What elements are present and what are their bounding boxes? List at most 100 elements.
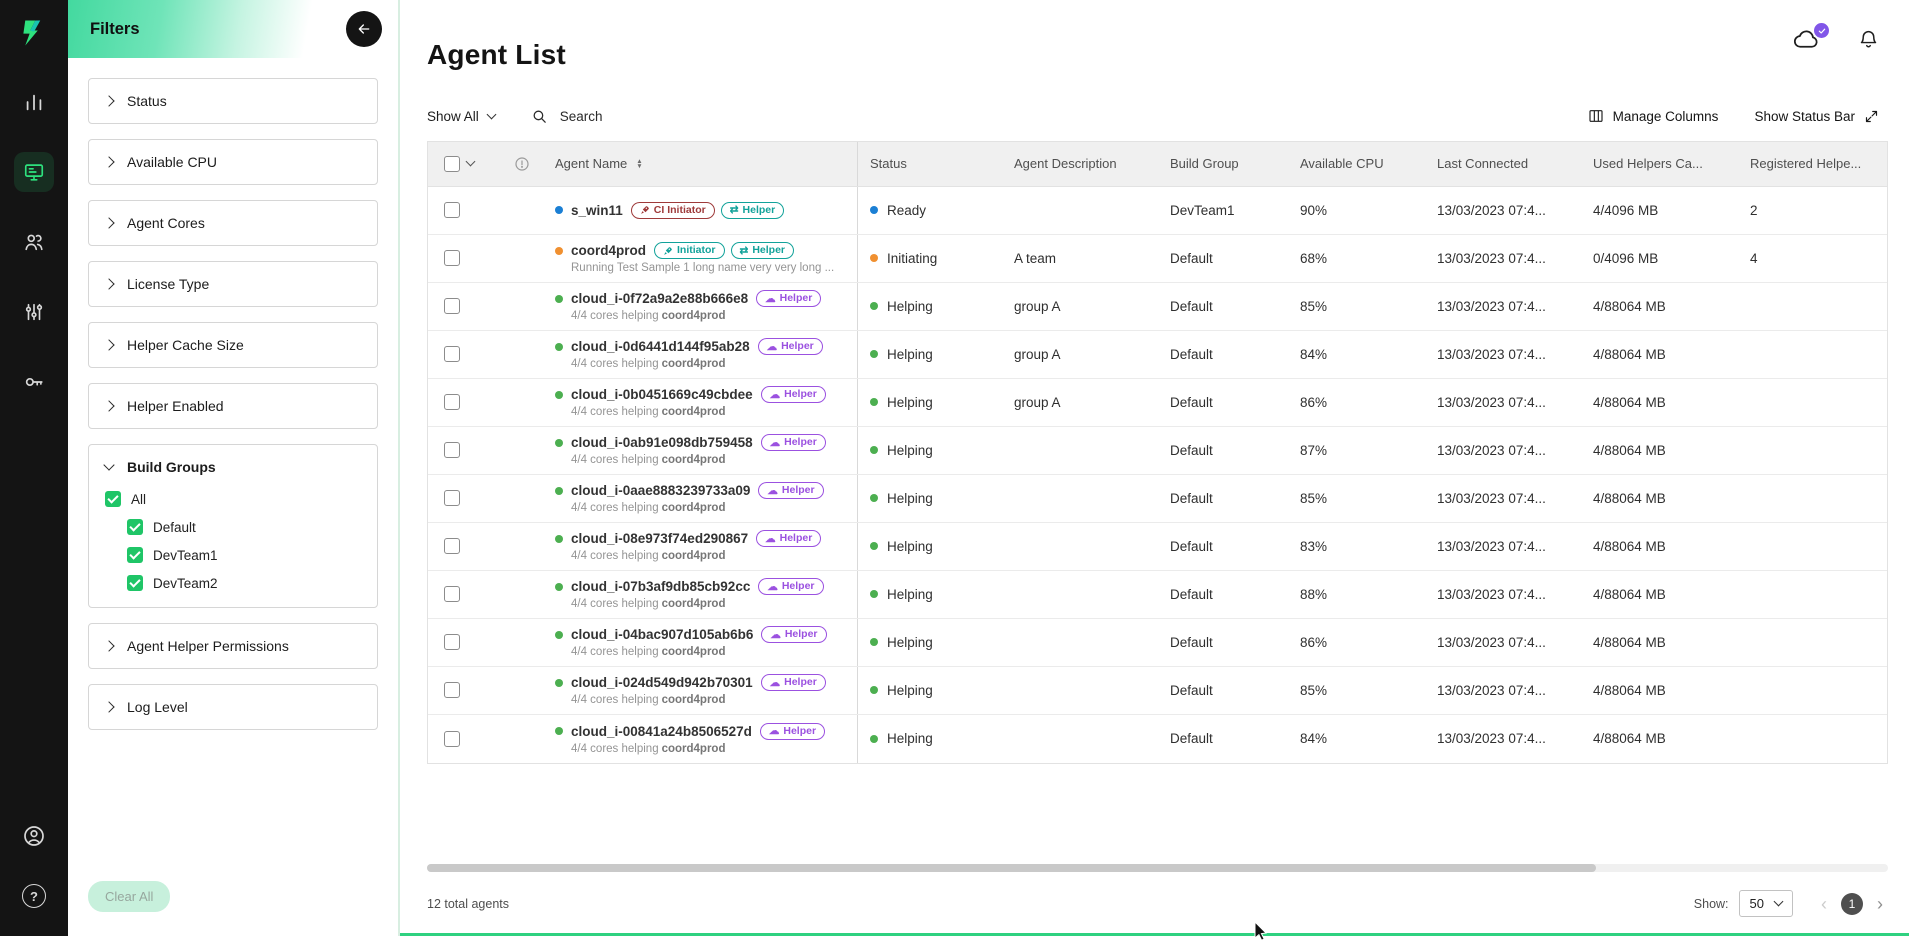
show-status-bar-button[interactable]: Show Status Bar <box>1754 109 1879 124</box>
table-row[interactable]: cloud_i-00841a24b8506527d ☁Helper 4/4 co… <box>428 715 1887 763</box>
brand-logo[interactable] <box>13 12 55 54</box>
profile-button[interactable] <box>14 816 54 856</box>
cell-used-helpers-cache: 4/88064 MB <box>1581 331 1738 378</box>
clear-all-button[interactable]: Clear All <box>88 881 170 912</box>
table-header-row: Agent Name▲▼ Status Agent DescriptionBuild… <box>428 142 1887 187</box>
row-checkbox[interactable] <box>444 634 460 650</box>
table-row[interactable]: cloud_i-0ab91e098db759458 ☁Helper 4/4 co… <box>428 427 1887 475</box>
notifications-button[interactable] <box>1858 29 1879 50</box>
check-icon <box>1818 27 1826 35</box>
cell-agent-name: cloud_i-0f72a9a2e88b666e8 ☁Helper 4/4 co… <box>543 283 858 330</box>
cell-registered-helpers <box>1738 475 1887 522</box>
table-row[interactable]: cloud_i-0d6441d144f95ab28 ☁Helper 4/4 co… <box>428 331 1887 379</box>
app-window: ? Filters Status Available CPU <box>0 0 1909 936</box>
filter-option[interactable]: DevTeam1 <box>127 547 361 563</box>
row-checkbox[interactable] <box>444 538 460 554</box>
search-box[interactable] <box>531 108 688 125</box>
page-size-select[interactable]: 50 <box>1739 890 1793 917</box>
filter-section-label: Available CPU <box>127 154 217 170</box>
show-all-dropdown[interactable]: Show All <box>427 109 495 124</box>
filter-section-label: Helper Cache Size <box>127 337 244 353</box>
table-row[interactable]: cloud_i-08e973f74ed290867 ☁Helper 4/4 co… <box>428 523 1887 571</box>
filter-section-toggle[interactable]: Available CPU <box>89 140 377 184</box>
row-checkbox[interactable] <box>444 298 460 314</box>
filter-option[interactable]: Default <box>127 519 361 535</box>
row-checkbox[interactable] <box>444 682 460 698</box>
column-header-used_helpers_cache[interactable]: Used Helpers Ca... <box>1581 142 1738 186</box>
cell-registered-helpers <box>1738 331 1887 378</box>
column-header-agent_name[interactable]: Agent Name▲▼ <box>543 142 858 186</box>
column-header-registered_helpers[interactable]: Registered Helpe... <box>1738 142 1887 186</box>
status-label: Helping <box>887 443 933 458</box>
sidebar-item-settings[interactable] <box>14 292 54 332</box>
filter-section-toggle[interactable]: Helper Enabled <box>89 384 377 428</box>
filter-section-toggle[interactable]: Helper Cache Size <box>89 323 377 367</box>
cell-last-connected: 13/03/2023 07:4... <box>1425 283 1581 330</box>
column-header-last_connected[interactable]: Last Connected <box>1425 142 1581 186</box>
table-row[interactable]: cloud_i-0aae8883239733a09 ☁Helper 4/4 co… <box>428 475 1887 523</box>
sidebar-item-analytics[interactable] <box>14 82 54 122</box>
cell-registered-helpers <box>1738 427 1887 474</box>
sidebar-item-licenses[interactable] <box>14 362 54 402</box>
cell-agent-name: cloud_i-08e973f74ed290867 ☁Helper 4/4 co… <box>543 523 858 570</box>
prev-page-button[interactable]: ‹ <box>1821 895 1827 913</box>
help-button[interactable]: ? <box>14 876 54 916</box>
cloud-icon: ☁ <box>765 534 776 544</box>
sidebar-item-users[interactable] <box>14 222 54 262</box>
row-checkbox[interactable] <box>444 346 460 362</box>
filter-section-toggle[interactable]: Status <box>89 79 377 123</box>
column-header-build_group[interactable]: Build Group <box>1158 142 1288 186</box>
agent-name-text: cloud_i-08e973f74ed290867 <box>571 531 748 546</box>
column-header-status[interactable]: Status <box>858 142 1002 186</box>
filter-section-toggle[interactable]: Agent Helper Permissions <box>89 624 377 668</box>
next-page-button[interactable]: › <box>1877 895 1883 913</box>
column-header-label: Status <box>870 156 907 171</box>
manage-columns-button[interactable]: Manage Columns <box>1588 108 1719 124</box>
table-row[interactable]: cloud_i-04bac907d105ab6b6 ☁Helper 4/4 co… <box>428 619 1887 667</box>
checkbox-checked-icon[interactable] <box>105 491 121 507</box>
status-label: Initiating <box>887 251 937 266</box>
filter-section-toggle[interactable]: Log Level <box>89 685 377 729</box>
filter-option[interactable]: DevTeam2 <box>127 575 361 591</box>
table-row[interactable]: s_win11 CI Initiator⇄Helper Ready DevTea… <box>428 187 1887 235</box>
cell-used-helpers-cache: 4/88064 MB <box>1581 667 1738 714</box>
column-header-available_cpu[interactable]: Available CPU <box>1288 142 1425 186</box>
checkbox-checked-icon[interactable] <box>127 575 143 591</box>
collapse-filters-button[interactable] <box>346 11 382 47</box>
table-row[interactable]: cloud_i-0f72a9a2e88b666e8 ☁Helper 4/4 co… <box>428 283 1887 331</box>
table-row[interactable]: cloud_i-0b0451669c49cbdee ☁Helper 4/4 co… <box>428 379 1887 427</box>
badge-helper: ☁Helper <box>761 386 826 403</box>
row-checkbox[interactable] <box>444 586 460 602</box>
column-header-agent_description[interactable]: Agent Description <box>1002 142 1158 186</box>
filter-section-toggle[interactable]: License Type <box>89 262 377 306</box>
select-menu-chevron-icon[interactable] <box>466 157 476 167</box>
search-input[interactable] <box>558 108 688 125</box>
table-row[interactable]: cloud_i-024d549d942b70301 ☁Helper 4/4 co… <box>428 667 1887 715</box>
table-row[interactable]: coord4prod Initiator⇄Helper Running Test… <box>428 235 1887 283</box>
row-checkbox[interactable] <box>444 250 460 266</box>
agent-badges: ☁Helper <box>761 626 826 643</box>
sort-icon[interactable]: ▲▼ <box>636 159 642 169</box>
row-checkbox[interactable] <box>444 490 460 506</box>
filter-section-toggle[interactable]: Agent Cores <box>89 201 377 245</box>
sidebar-item-agents[interactable] <box>14 152 54 192</box>
filter-section-list: Status Available CPU Agent Cores License… <box>68 58 398 867</box>
table-row[interactable]: cloud_i-07b3af9db85cb92cc ☁Helper 4/4 co… <box>428 571 1887 619</box>
filters-panel: Filters Status Available CPU Agent Cores <box>68 0 400 936</box>
horizontal-scrollbar[interactable] <box>427 864 1888 872</box>
cell-agent-description <box>1002 619 1158 666</box>
scrollbar-thumb[interactable] <box>427 864 1596 872</box>
row-checkbox[interactable] <box>444 442 460 458</box>
select-all-checkbox[interactable] <box>444 156 460 172</box>
agent-badges: Initiator⇄Helper <box>654 242 794 259</box>
row-checkbox[interactable] <box>444 202 460 218</box>
cloud-status-button[interactable] <box>1792 28 1822 50</box>
agent-subtitle: 4/4 cores helpingcoord4prod <box>571 454 725 466</box>
row-checkbox[interactable] <box>444 394 460 410</box>
filter-option[interactable]: All <box>105 491 361 507</box>
row-checkbox[interactable] <box>444 731 460 747</box>
cell-build-group: Default <box>1158 235 1288 282</box>
checkbox-checked-icon[interactable] <box>127 519 143 535</box>
checkbox-checked-icon[interactable] <box>127 547 143 563</box>
filter-section-toggle[interactable]: Build Groups <box>89 445 377 489</box>
